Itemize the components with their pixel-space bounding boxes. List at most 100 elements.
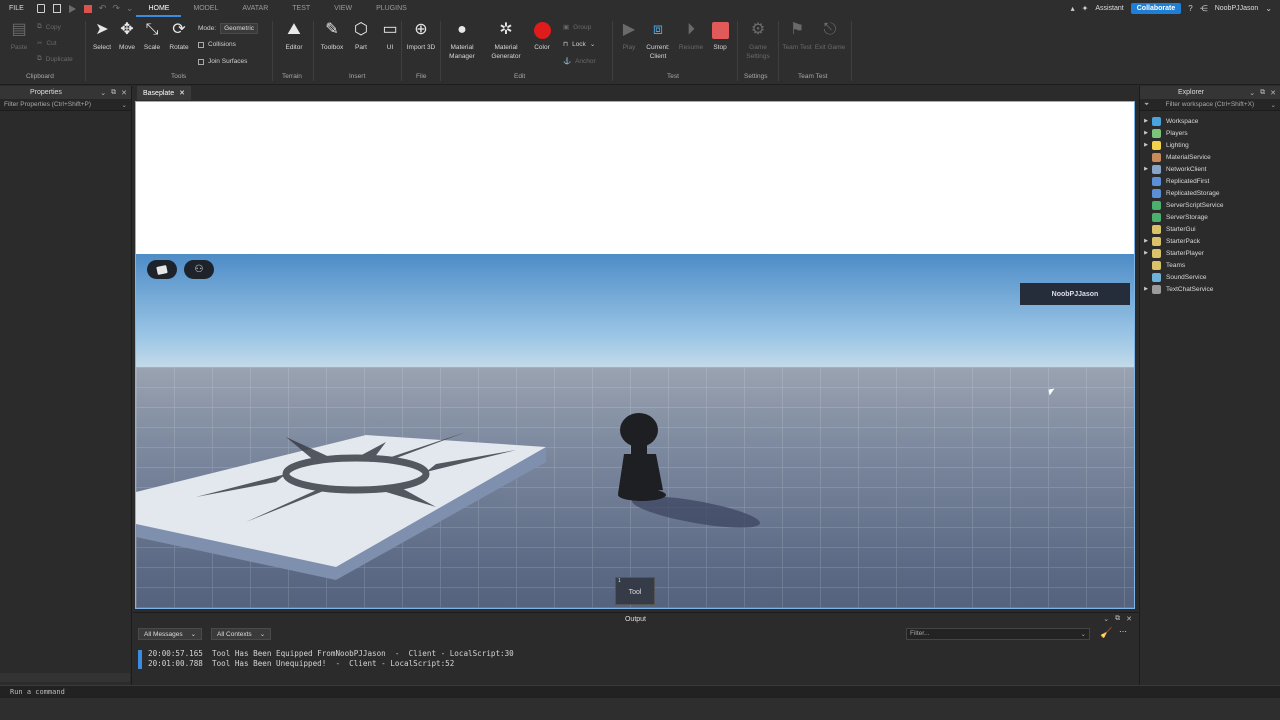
user-dropdown-icon[interactable]: ⌄ — [1265, 4, 1272, 13]
tab-model[interactable]: MODEL — [181, 0, 230, 17]
panel-float-icon[interactable]: ⧉ — [111, 89, 116, 97]
panel-float-icon[interactable]: ⧉ — [1260, 89, 1265, 97]
explorer-filter-input[interactable]: ⏷ Filter workspace (Ctrl+Shift+X) ⌄ — [1140, 99, 1280, 111]
game-viewport[interactable]: ⚇ NoobPJJason 1 Tool — [135, 101, 1135, 609]
lock-button[interactable]: ⊓ Lock ⌄ — [563, 40, 595, 49]
tab-avatar[interactable]: AVATAR — [230, 0, 280, 17]
close-icon[interactable]: ✕ — [121, 89, 127, 97]
messages-filter-dropdown[interactable]: All Messages ⌄ — [138, 628, 203, 640]
panel-dropdown-icon[interactable]: ⌄ — [1249, 89, 1255, 97]
explorer-item-materialservice[interactable]: MaterialService — [1140, 151, 1280, 163]
tab-home[interactable]: HOME — [136, 0, 182, 17]
tab-test[interactable]: TEST — [280, 0, 322, 17]
color-button[interactable]: Color — [523, 21, 561, 52]
explorer-item-serverstorage[interactable]: ServerStorage — [1140, 211, 1280, 223]
explorer-item-networkclient[interactable]: ▶ NetworkClient — [1140, 163, 1280, 175]
join-surfaces-toggle[interactable]: Join Surfaces — [198, 58, 247, 65]
exit-game-button[interactable]: ⎋ Exit Game — [811, 21, 849, 52]
explorer-item-startergui[interactable]: StarterGui — [1140, 223, 1280, 235]
output-log[interactable]: 20:00:57.165 Tool Has Been Equipped From… — [138, 649, 1118, 669]
explorer-item-replicatedstorage[interactable]: ReplicatedStorage — [1140, 187, 1280, 199]
username[interactable]: NoobPJJason — [1215, 5, 1259, 12]
explorer-item-workspace[interactable]: ▶ Workspace — [1140, 115, 1280, 127]
share-icon[interactable]: ⋲ — [1200, 4, 1208, 13]
properties-filter-input[interactable]: Filter Properties (Ctrl+Shift+P) ⌄ — [0, 99, 131, 111]
explorer-header: Explorer ⌄ ⧉ ✕ — [1140, 86, 1280, 99]
roblox-menu-button[interactable] — [147, 260, 177, 279]
file-menu[interactable]: FILE — [0, 5, 33, 12]
explorer-item-starterplayer[interactable]: ▶ StarterPlayer — [1140, 247, 1280, 259]
chat-toggle-button[interactable]: ⚇ — [184, 260, 214, 279]
stop-icon[interactable] — [83, 4, 92, 13]
terrain-editor-button[interactable]: ⛰ Editor — [275, 21, 313, 52]
log-line[interactable]: 20:01:00.788 Tool Has Been Unequipped! -… — [148, 659, 1118, 669]
log-line[interactable]: 20:00:57.165 Tool Has Been Equipped From… — [148, 649, 1118, 659]
explorer-item-starterpack[interactable]: ▶ StarterPack — [1140, 235, 1280, 247]
explorer-item-replicatedfirst[interactable]: ReplicatedFirst — [1140, 175, 1280, 187]
panel-dropdown-icon[interactable]: ⌄ — [100, 89, 106, 97]
group-button[interactable]: ▣ Group — [563, 23, 591, 32]
close-tab-icon[interactable]: ✕ — [179, 89, 185, 97]
tab-view[interactable]: VIEW — [322, 0, 364, 17]
explorer-item-soundservice[interactable]: SoundService — [1140, 271, 1280, 283]
undo-icon[interactable]: ↶ — [99, 3, 107, 14]
duplicate-button[interactable]: ⧉ Duplicate — [37, 55, 73, 63]
expand-arrow-icon[interactable]: ▶ — [1140, 250, 1152, 256]
command-bar-input[interactable]: Run a command — [0, 685, 1280, 698]
clear-output-icon[interactable]: 🧹 — [1100, 628, 1112, 639]
more-options-icon[interactable]: ⋯ — [1119, 627, 1127, 636]
player-list-entry[interactable]: NoobPJJason — [1020, 283, 1130, 305]
paste-button[interactable]: ▤ Paste — [0, 21, 38, 52]
material-generator-button[interactable]: ✲ Material Generator — [487, 21, 525, 61]
expand-arrow-icon[interactable]: ▶ — [1140, 238, 1152, 244]
quick-access-dropdown-icon[interactable]: ⌄ — [126, 3, 134, 14]
copy-button[interactable]: ⧉ Copy — [37, 23, 61, 31]
output-filter-input[interactable]: Filter... ⌄ — [906, 628, 1090, 640]
new-file-icon[interactable] — [36, 4, 45, 13]
explorer-item-teams[interactable]: Teams — [1140, 259, 1280, 271]
service-icon — [1152, 176, 1161, 186]
explorer-item-textchatservice[interactable]: ▶ TextChatService — [1140, 283, 1280, 295]
collaborate-button[interactable]: Collaborate — [1130, 3, 1182, 14]
tab-plugins[interactable]: PLUGINS — [364, 0, 419, 17]
help-icon[interactable]: ? — [1188, 4, 1192, 13]
material-manager-button[interactable]: ● Material Manager — [443, 21, 481, 61]
horizontal-scrollbar[interactable] — [0, 673, 130, 682]
close-icon[interactable]: ✕ — [1126, 615, 1132, 623]
tab-baseplate[interactable]: Baseplate ✕ — [137, 86, 192, 100]
menu-bar: FILE ↶ ↷ ⌄ HOME MODEL AVATAR TEST VIEW P… — [0, 0, 1280, 17]
explorer-item-serverscriptservice[interactable]: ServerScriptService — [1140, 199, 1280, 211]
import-3d-button[interactable]: ⊕ Import 3D — [402, 21, 440, 52]
panel-float-icon[interactable]: ⧉ — [1115, 615, 1120, 623]
cut-button[interactable]: ✂ Cut — [37, 39, 57, 48]
hotbar-tool-slot[interactable]: 1 Tool — [615, 577, 655, 605]
collisions-toggle[interactable]: Collisions — [198, 41, 236, 48]
mode-select[interactable]: Mode: Geometric — [198, 23, 259, 34]
redo-icon[interactable]: ↷ — [112, 3, 120, 14]
filter-dropdown-icon[interactable]: ⌄ — [1271, 101, 1276, 109]
join-surfaces-checkbox[interactable] — [198, 58, 204, 65]
stop-button[interactable]: Stop — [701, 21, 739, 52]
expand-arrow-icon[interactable]: ▶ — [1140, 118, 1152, 124]
save-icon[interactable] — [52, 4, 61, 13]
contexts-filter-dropdown[interactable]: All Contexts ⌄ — [211, 628, 272, 640]
panel-dropdown-icon[interactable]: ⌄ — [1103, 615, 1109, 623]
rotate-button[interactable]: ⟳ Rotate — [160, 21, 198, 52]
mode-value[interactable]: Geometric — [220, 23, 259, 34]
expand-arrow-icon[interactable]: ▶ — [1140, 286, 1152, 292]
explorer-item-lighting[interactable]: ▶ Lighting — [1140, 139, 1280, 151]
chevron-down-icon: ⌄ — [1080, 631, 1086, 638]
play-icon[interactable] — [68, 4, 76, 13]
collisions-checkbox[interactable] — [198, 41, 204, 48]
expand-icon[interactable]: ▴ — [1071, 4, 1075, 13]
explorer-item-players[interactable]: ▶ Players — [1140, 127, 1280, 139]
close-icon[interactable]: ✕ — [1270, 89, 1276, 97]
filter-dropdown-icon[interactable]: ⌄ — [122, 101, 127, 109]
expand-arrow-icon[interactable]: ▶ — [1140, 166, 1152, 172]
expand-arrow-icon[interactable]: ▶ — [1140, 142, 1152, 148]
assistant-button[interactable]: Assistant — [1095, 5, 1123, 12]
lock-dropdown-icon[interactable]: ⌄ — [590, 40, 595, 48]
anchor-button[interactable]: ⚓ Anchor — [563, 57, 596, 66]
expand-arrow-icon[interactable]: ▶ — [1140, 130, 1152, 136]
game-settings-button[interactable]: ⚙ Game Settings — [739, 21, 777, 61]
